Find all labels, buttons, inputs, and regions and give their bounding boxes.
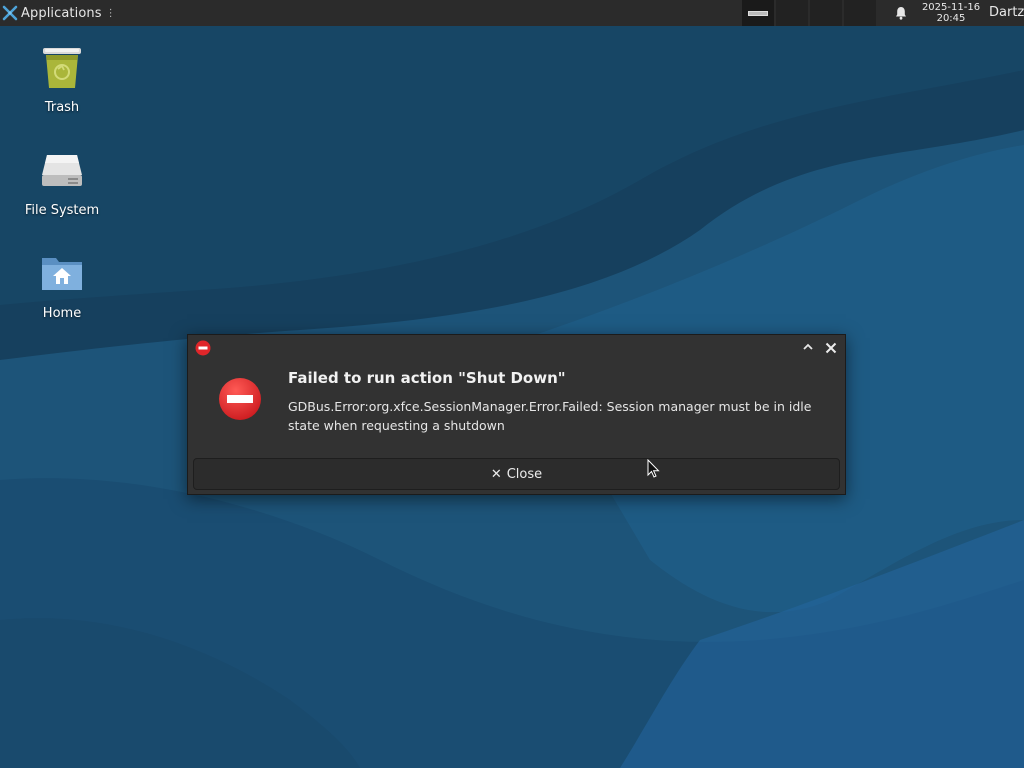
notification-bell-icon[interactable] [893,5,909,21]
chevron-up-icon [803,343,813,350]
maximize-button[interactable] [800,341,816,357]
drive-icon [42,155,82,186]
desktop-icon-trash[interactable]: Trash [17,44,107,115]
desktop: Applications ⋮ 2025-11-16 20:45 Dartz Tr… [0,0,1024,768]
close-window-button[interactable] [823,340,839,356]
window-buttons [742,0,878,26]
desktop-icon-label: Home [42,306,82,321]
close-button[interactable]: ✕ Close [193,458,840,490]
clock-time: 20:45 [936,13,966,24]
panel-handle-icon: ⋮ [105,7,116,19]
desktop-icon-label: Trash [44,100,80,115]
dialog-heading: Failed to run action "Shut Down" [288,369,566,387]
mouse-cursor-icon [647,459,660,478]
taskbar-button[interactable] [810,0,842,26]
xfce-logo-icon [2,5,18,21]
clock[interactable]: 2025-11-16 20:45 [918,2,984,24]
taskbar-button[interactable] [776,0,808,26]
dialog-message: GDBus.Error:org.xfce.SessionManager.Erro… [288,399,812,433]
close-icon: ✕ [490,466,502,482]
home-folder-icon [42,258,82,290]
top-panel: Applications ⋮ 2025-11-16 20:45 Dartz [0,0,1024,26]
applications-menu-button[interactable]: Applications ⋮ [2,0,116,26]
error-icon [195,340,211,356]
user-menu[interactable]: Dartz [989,5,1024,20]
taskbar-button[interactable] [844,0,876,26]
taskbar-button-active[interactable] [742,0,774,26]
close-button-label: Close [506,466,543,482]
clock-date: 2025-11-16 [921,2,981,13]
trash-icon [43,48,81,88]
desktop-icon-label: File System [24,203,100,218]
error-dialog: Failed to run action "Shut Down" GDBus.E… [187,334,846,495]
desktop-icon-home[interactable]: Home [17,250,107,321]
desktop-icon-file-system[interactable]: File System [17,147,107,218]
error-icon [219,378,261,420]
applications-menu-label: Applications [21,5,102,21]
